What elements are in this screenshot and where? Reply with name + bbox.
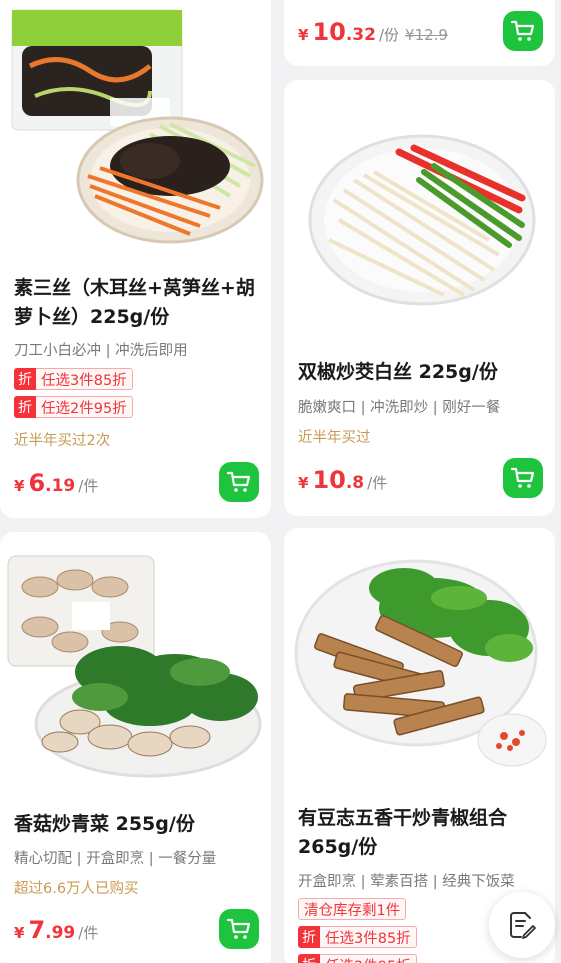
price-integer: 7 bbox=[28, 916, 46, 944]
product-title[interactable]: 香菇炒青菜 255g/份 bbox=[14, 810, 259, 839]
floating-note-button[interactable] bbox=[489, 892, 555, 958]
discount-badge: 折 bbox=[14, 368, 36, 390]
promo-text: 任选2件95折 bbox=[36, 396, 133, 418]
add-to-cart-button[interactable] bbox=[219, 462, 259, 502]
price-unit: /件 bbox=[367, 474, 388, 492]
currency-symbol: ¥ bbox=[14, 924, 25, 942]
add-to-cart-button[interactable] bbox=[219, 909, 259, 949]
discount-badge: 折 bbox=[298, 926, 320, 948]
edit-note-icon bbox=[510, 912, 536, 939]
price-decimal: .99 bbox=[45, 923, 76, 943]
product-image[interactable] bbox=[284, 80, 555, 335]
product-desc: 刀工小白必冲 | 冲洗后即用 bbox=[14, 343, 188, 359]
currency-symbol: ¥ bbox=[14, 477, 25, 495]
product-image[interactable] bbox=[0, 0, 271, 256]
promo-tag: 折 任选2件95折 bbox=[14, 396, 133, 418]
price-decimal: .8 bbox=[345, 473, 365, 493]
price-integer: 10 bbox=[312, 466, 346, 494]
promo-text: 任选3件85折 bbox=[36, 368, 133, 390]
product-image[interactable] bbox=[0, 532, 271, 787]
cart-icon bbox=[510, 20, 535, 41]
add-to-cart-button[interactable] bbox=[503, 458, 543, 498]
product-card[interactable]: 素三丝（木耳丝+莴笋丝+胡萝卜丝）225g/份 刀工小白必冲 | 冲洗后即用 折… bbox=[0, 0, 271, 518]
price-decimal: .32 bbox=[345, 25, 376, 45]
promo-text: 任选3件85折 bbox=[320, 926, 417, 948]
purchase-history: 近半年买过 bbox=[298, 430, 371, 446]
product-title[interactable]: 素三丝（木耳丝+莴笋丝+胡萝卜丝）225g/份 bbox=[14, 274, 259, 332]
product-image[interactable] bbox=[284, 528, 555, 783]
currency-symbol: ¥ bbox=[298, 474, 309, 492]
product-title[interactable]: 双椒炒茭白丝 225g/份 bbox=[298, 358, 543, 387]
currency-symbol: ¥ bbox=[298, 26, 309, 44]
discount-badge: 折 bbox=[298, 954, 320, 963]
price: ¥ 6 .19 /件 bbox=[14, 469, 98, 497]
promo-tag: 折 任选3件85折 bbox=[298, 926, 417, 948]
price: ¥ 7 .99 /件 bbox=[14, 916, 98, 944]
product-desc: 开盒即烹 | 荤素百搭 | 经典下饭菜 bbox=[298, 874, 515, 890]
price: ¥ 10 .32 /份 ¥12.9 bbox=[298, 18, 448, 46]
product-card[interactable]: ¥ 10 .32 /份 ¥12.9 bbox=[284, 0, 555, 66]
promo-tag: 折 任选3件85折 bbox=[14, 368, 133, 390]
product-card[interactable]: 双椒炒茭白丝 225g/份 脆嫩爽口 | 冲洗即炒 | 刚好一餐 近半年买过 ¥… bbox=[284, 80, 555, 516]
stock-text: 清仓库存剩1件 bbox=[298, 898, 407, 920]
cart-icon bbox=[510, 467, 535, 488]
price: ¥ 10 .8 /件 bbox=[298, 466, 387, 494]
product-title[interactable]: 有豆志五香干炒青椒组合265g/份 bbox=[298, 804, 543, 862]
promo-tag: 折 任选2件95折 bbox=[298, 954, 417, 963]
discount-badge: 折 bbox=[14, 396, 36, 418]
price-unit: /件 bbox=[78, 477, 99, 495]
stock-tag: 清仓库存剩1件 bbox=[298, 898, 407, 920]
price-unit: /份 bbox=[378, 26, 400, 44]
add-to-cart-button[interactable] bbox=[503, 11, 543, 51]
product-card[interactable]: 香菇炒青菜 255g/份 精心切配 | 开盒即烹 | 一餐分量 超过6.6万人已… bbox=[0, 532, 271, 963]
promo-text: 任选2件95折 bbox=[320, 954, 417, 963]
cart-icon bbox=[226, 918, 251, 939]
product-desc: 脆嫩爽口 | 冲洗即炒 | 刚好一餐 bbox=[298, 400, 501, 416]
purchase-history: 超过6.6万人已购买 bbox=[14, 881, 139, 897]
cart-icon bbox=[226, 471, 251, 492]
price-unit: /件 bbox=[78, 924, 99, 942]
price-integer: 10 bbox=[312, 18, 346, 46]
purchase-history: 近半年买过2次 bbox=[14, 433, 111, 449]
original-price: ¥12.9 bbox=[405, 26, 448, 44]
product-desc: 精心切配 | 开盒即烹 | 一餐分量 bbox=[14, 851, 217, 867]
price-integer: 6 bbox=[28, 469, 46, 497]
price-decimal: .19 bbox=[45, 476, 76, 496]
